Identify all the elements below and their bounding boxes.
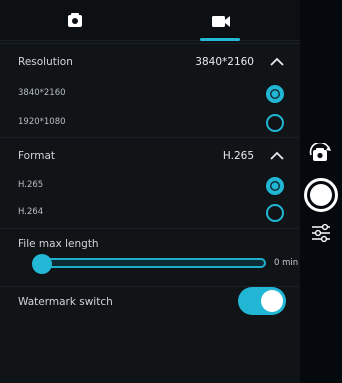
resolution-header[interactable]: Resolution 3840*2160 <box>0 43 300 80</box>
format-option[interactable]: H.264 <box>0 198 300 228</box>
chevron-up-icon[interactable] <box>268 53 286 71</box>
resolution-value: 3840*2160 <box>195 56 254 68</box>
option-label: 1920*1080 <box>18 117 66 127</box>
format-option[interactable]: H.265 <box>0 171 300 201</box>
tab-photo[interactable] <box>55 8 95 34</box>
file-max-length-label: File max length <box>18 238 99 250</box>
format-header[interactable]: Format H.265 <box>0 137 300 174</box>
format-value: H.265 <box>222 150 254 162</box>
radio-unselected[interactable] <box>266 114 284 132</box>
tab-video[interactable] <box>200 8 240 34</box>
watermark-label: Watermark switch <box>18 296 113 308</box>
resolution-option[interactable]: 1920*1080 <box>0 108 300 138</box>
sliders-icon[interactable] <box>308 222 334 244</box>
format-label: Format <box>18 150 56 162</box>
file-max-length-value: 0 min <box>274 258 299 268</box>
chevron-up-icon[interactable] <box>268 147 286 165</box>
file-max-length-slider[interactable] <box>40 258 266 268</box>
settings-panel: Resolution 3840*2160 3840*2160 1920*1080… <box>0 0 300 383</box>
active-tab-indicator <box>200 38 240 41</box>
shutter-button[interactable] <box>304 178 338 212</box>
video-camera-icon <box>212 16 230 27</box>
slider-thumb[interactable] <box>32 254 52 274</box>
radio-selected[interactable] <box>266 85 284 103</box>
toggle-knob <box>261 290 283 312</box>
resolution-option[interactable]: 3840*2160 <box>0 79 300 109</box>
radio-unselected[interactable] <box>266 204 284 222</box>
shutter-inner <box>310 184 332 206</box>
radio-selected[interactable] <box>266 177 284 195</box>
option-label: H.265 <box>18 180 44 190</box>
camera-icon <box>68 13 82 27</box>
mode-tabs <box>0 0 300 41</box>
watermark-toggle[interactable] <box>238 287 286 315</box>
option-label: 3840*2160 <box>18 88 66 98</box>
resolution-label: Resolution <box>18 56 73 68</box>
option-label: H.264 <box>18 207 44 217</box>
switch-camera-icon[interactable] <box>307 143 335 167</box>
